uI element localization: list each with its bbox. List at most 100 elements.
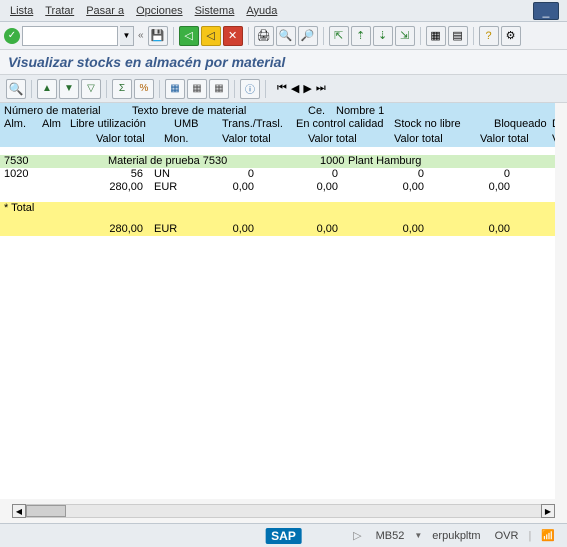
sort-asc-button[interactable]: ▲ — [37, 79, 57, 99]
sap-logo: SAP — [265, 528, 302, 544]
nav-prev-icon[interactable]: ◀ — [291, 82, 299, 95]
details-button[interactable]: 🔍 — [6, 79, 26, 99]
hdr-trans: Trans./Trasl. — [222, 118, 283, 130]
command-field[interactable] — [22, 26, 118, 46]
total-button[interactable]: Σ — [112, 79, 132, 99]
cell-umb: UN — [154, 168, 170, 180]
select-layout-button[interactable]: ▦ — [209, 79, 229, 99]
hdr-control: En control calidad — [296, 118, 383, 130]
export-button[interactable]: ▦ — [165, 79, 185, 99]
scroll-thumb[interactable] — [26, 505, 66, 517]
cell-c3: 0 — [418, 168, 424, 180]
scroll-left-icon[interactable]: ◀ — [12, 504, 26, 518]
exit-button[interactable]: ◁ — [201, 26, 221, 46]
subtotal-button[interactable]: % — [134, 79, 154, 99]
hdr-umb: UMB — [174, 118, 198, 130]
material-row[interactable]: 7530 Material de prueba 7530 1000 Plant … — [0, 155, 555, 168]
scroll-right-icon[interactable]: ▶ — [541, 504, 555, 518]
hdr-valor4: Valor total — [394, 133, 443, 145]
command-dropdown[interactable]: ▼ — [120, 26, 134, 46]
cancel-button[interactable]: ✕ — [223, 26, 243, 46]
menu-tratar[interactable]: Tratar — [45, 5, 74, 17]
hdr-libre: Libre utilización — [70, 118, 146, 130]
next-page-button[interactable]: ⇣ — [373, 26, 393, 46]
hdr-alm2: Alm — [42, 118, 61, 130]
nav-last-icon[interactable]: ⏭ — [316, 82, 326, 95]
cell-alm: 1020 — [4, 168, 28, 180]
separator — [159, 80, 160, 98]
find-next-button[interactable]: 🔎 — [298, 26, 318, 46]
mat-plant: Plant Hamburg — [348, 155, 421, 167]
separator — [31, 80, 32, 98]
spacer — [0, 147, 555, 155]
status-mode: OVR — [491, 530, 523, 542]
chevron-down-icon[interactable]: ▼ — [414, 531, 422, 540]
menu-lista[interactable]: Lista — [10, 5, 33, 17]
hdr-devo: Devo — [552, 118, 555, 130]
tot-qty: 280,00 — [109, 223, 143, 235]
layout-button[interactable]: ▦ — [187, 79, 207, 99]
menu-pasar[interactable]: Pasar a — [86, 5, 124, 17]
back-button[interactable]: ◁ — [179, 26, 199, 46]
info-button[interactable]: ⓘ — [240, 79, 260, 99]
hdr-mon: Mon. — [164, 133, 188, 145]
find-button[interactable]: 🔍 — [276, 26, 296, 46]
title-bar: Visualizar stocks en almacén por materia… — [0, 50, 567, 75]
cell-qty: 56 — [131, 168, 143, 180]
last-page-button[interactable]: ⇲ — [395, 26, 415, 46]
cell-c3: 0,00 — [403, 181, 424, 193]
status-signal-icon: 📶 — [537, 529, 559, 542]
sort-desc-button[interactable]: ▼ — [59, 79, 79, 99]
tot-umb: EUR — [154, 223, 177, 235]
cell-qty: 280,00 — [109, 181, 143, 193]
hdr-ce: Ce. — [308, 105, 325, 117]
status-sep-icon: ▷ — [349, 529, 365, 542]
cell-c1: 0,00 — [233, 181, 254, 193]
new-session-button[interactable]: ▦ — [426, 26, 446, 46]
sub-toolbar: 🔍 ▲ ▼ ▽ Σ % ▦ ▦ ▦ ⓘ ⏮ ◀ ▶ ⏭ — [0, 75, 567, 103]
first-page-button[interactable]: ⇱ — [329, 26, 349, 46]
separator — [265, 80, 266, 98]
status-system: erpukpltm — [428, 530, 484, 542]
cell-c2: 0,00 — [317, 181, 338, 193]
nav-next-icon[interactable]: ▶ — [303, 82, 311, 95]
nav-first-icon[interactable]: ⏮ — [277, 82, 287, 95]
layout-button[interactable]: ⚙ — [501, 26, 521, 46]
menu-ayuda[interactable]: Ayuda — [246, 5, 277, 17]
main-toolbar: ✓ ▼ « 💾 ◁ ◁ ✕ 🖨 🔍 🔎 ⇱ ⇡ ⇣ ⇲ ▦ ▤ ? ⚙ — [0, 22, 567, 50]
help-button[interactable]: ? — [479, 26, 499, 46]
total-label: * Total — [4, 202, 34, 214]
report-content: Número de material Texto breve de materi… — [0, 103, 555, 499]
enter-icon[interactable]: ✓ — [4, 28, 20, 44]
cell-c4: 0 — [504, 168, 510, 180]
hdr-nombre: Nombre 1 — [336, 105, 384, 117]
window-minimize-button[interactable]: _ — [533, 2, 559, 20]
menu-opciones[interactable]: Opciones — [136, 5, 182, 17]
mat-desc: Material de prueba 7530 — [108, 155, 227, 167]
save-button[interactable]: 💾 — [148, 26, 168, 46]
column-headers: Número de material Texto breve de materi… — [0, 103, 555, 133]
separator — [248, 27, 249, 45]
prev-page-button[interactable]: ⇡ — [351, 26, 371, 46]
table-row[interactable]: 1020 56 UN 0 0 0 0 — [0, 168, 555, 181]
table-row[interactable]: 280,00 EUR 0,00 0,00 0,00 0,00 — [0, 181, 555, 194]
print-button[interactable]: 🖨 — [254, 26, 274, 46]
menu-sistema[interactable]: Sistema — [195, 5, 235, 17]
separator — [323, 27, 324, 45]
scroll-track[interactable] — [26, 504, 541, 518]
mat-code: 7530 — [4, 155, 28, 167]
tot-c4: 0,00 — [489, 223, 510, 235]
expand-icon[interactable]: « — [138, 30, 144, 41]
status-bar: SAP ▷ MB52 ▼ erpukpltm OVR | 📶 — [0, 523, 567, 547]
hdr-bloq: Bloqueado — [494, 118, 547, 130]
tot-c3: 0,00 — [403, 223, 424, 235]
total-header-row: * Total — [0, 202, 555, 215]
cell-c1: 0 — [248, 168, 254, 180]
column-subheaders: Valor total Mon. Valor total Valor total… — [0, 133, 555, 147]
separator — [473, 27, 474, 45]
separator — [106, 80, 107, 98]
horizontal-scrollbar[interactable]: ◀ ▶ — [12, 503, 555, 519]
tot-c1: 0,00 — [233, 223, 254, 235]
shortcut-button[interactable]: ▤ — [448, 26, 468, 46]
filter-button[interactable]: ▽ — [81, 79, 101, 99]
